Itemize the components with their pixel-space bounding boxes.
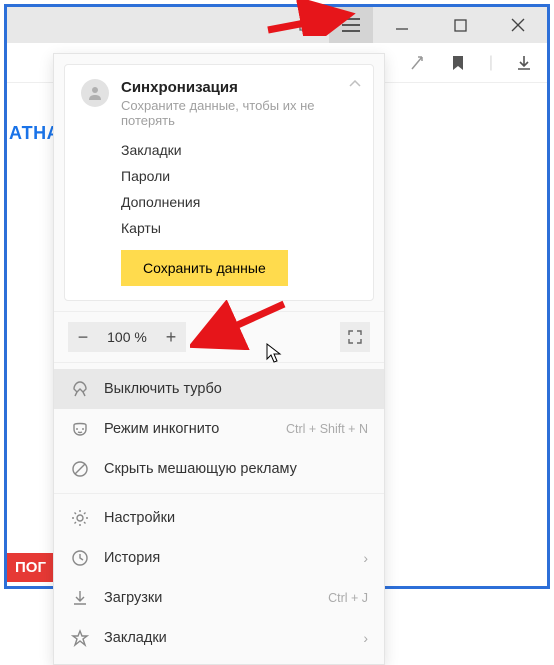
rocket-icon	[70, 380, 90, 398]
sync-subtitle: Сохраните данные, чтобы их не потерять	[121, 98, 357, 128]
menu-item-settings[interactable]: Настройки	[54, 498, 384, 538]
background-content: АТНА	[7, 83, 53, 144]
zoom-in-button[interactable]: +	[156, 322, 186, 352]
sync-link-passwords[interactable]: Пароли	[121, 168, 357, 184]
sync-save-button[interactable]: Сохранить данные	[121, 250, 288, 286]
sync-card: Синхронизация Сохраните данные, чтобы их…	[64, 64, 374, 301]
menu-item-downloads[interactable]: Загрузки Ctrl + J	[54, 578, 384, 618]
minimize-icon	[395, 18, 409, 32]
toolbar-separator: |	[489, 54, 493, 72]
new-window-icon	[299, 18, 315, 32]
sync-link-bookmarks[interactable]: Закладки	[121, 142, 357, 158]
zoom-level: 100 %	[98, 322, 156, 352]
hamburger-icon	[342, 18, 360, 32]
collapse-button[interactable]	[349, 77, 361, 91]
shortcut: Ctrl + Shift + N	[286, 422, 368, 436]
main-menu-button[interactable]	[329, 7, 373, 43]
menu-item-turbo[interactable]: Выключить турбо	[54, 369, 384, 409]
close-button[interactable]	[489, 7, 547, 43]
menu-item-history[interactable]: История ›	[54, 538, 384, 578]
bg-badge: ПОГ	[7, 553, 54, 582]
security-icon[interactable]	[409, 54, 427, 72]
menu-item-label: Скрыть мешающую рекламу	[104, 461, 297, 477]
zoom-out-button[interactable]: −	[68, 322, 98, 352]
bg-text: АТНА	[7, 83, 53, 144]
history-icon	[70, 549, 90, 567]
avatar	[81, 79, 109, 107]
zoom-controls: − 100 % +	[54, 311, 384, 363]
menu-item-hide-ads[interactable]: Скрыть мешающую рекламу	[54, 449, 384, 489]
block-icon	[70, 460, 90, 478]
sync-links: Закладки Пароли Дополнения Карты	[121, 142, 357, 236]
maximize-icon	[454, 19, 467, 32]
minimize-button[interactable]	[373, 7, 431, 43]
downloads-icon[interactable]	[515, 54, 533, 72]
fullscreen-icon	[348, 330, 362, 344]
chevron-right-icon: ›	[363, 630, 368, 646]
person-icon	[87, 85, 103, 101]
bookmark-icon[interactable]	[449, 54, 467, 72]
maximize-button[interactable]	[431, 7, 489, 43]
gear-icon	[70, 509, 90, 527]
shortcut: Ctrl + J	[328, 591, 368, 605]
menu-item-label: Настройки	[104, 510, 175, 526]
mask-icon	[70, 420, 90, 438]
menu-item-label: Закладки	[104, 630, 167, 646]
menu-item-bookmarks[interactable]: Закладки ›	[54, 618, 384, 658]
fullscreen-button[interactable]	[340, 322, 370, 352]
close-icon	[511, 18, 525, 32]
main-menu-dropdown: Синхронизация Сохраните данные, чтобы их…	[53, 53, 385, 665]
star-icon	[70, 629, 90, 647]
chevron-right-icon: ›	[363, 550, 368, 566]
download-icon	[70, 589, 90, 607]
menu-item-label: История	[104, 550, 160, 566]
chevron-up-icon	[349, 80, 361, 88]
menu-item-incognito[interactable]: Режим инкогнито Ctrl + Shift + N	[54, 409, 384, 449]
separator	[54, 493, 384, 494]
menu-item-label: Выключить турбо	[104, 381, 222, 397]
sync-title: Синхронизация	[121, 79, 357, 96]
new-window-button[interactable]	[285, 7, 329, 43]
menu-item-label: Режим инкогнито	[104, 421, 219, 437]
sync-link-addons[interactable]: Дополнения	[121, 194, 357, 210]
sync-link-cards[interactable]: Карты	[121, 220, 357, 236]
window-titlebar	[7, 7, 547, 43]
menu-item-label: Загрузки	[104, 590, 162, 606]
